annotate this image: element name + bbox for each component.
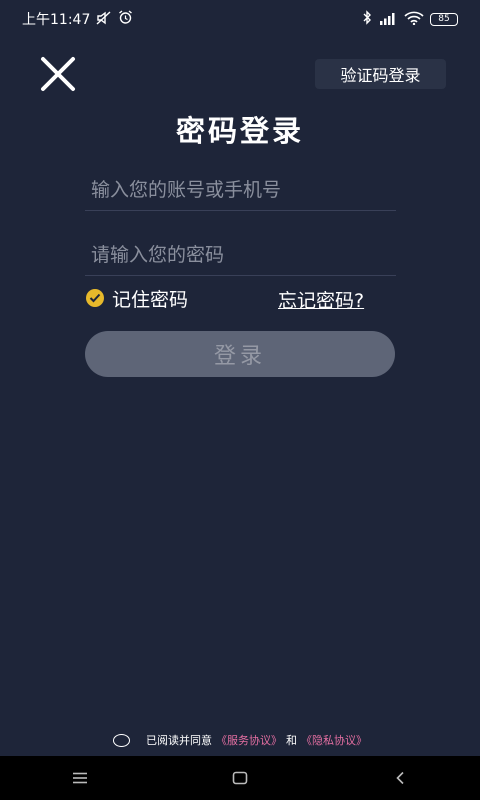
remember-password-label: 记住密码	[112, 288, 189, 311]
menu-icon	[73, 772, 87, 784]
checkmark-icon	[86, 289, 104, 307]
account-input[interactable]	[85, 170, 396, 210]
close-icon	[41, 57, 75, 91]
system-nav-bar	[0, 756, 480, 800]
service-agreement-link[interactable]: 《服务协议》	[216, 732, 282, 748]
back-button[interactable]	[380, 763, 420, 793]
mute-icon	[96, 10, 112, 28]
home-icon	[232, 771, 248, 785]
wifi-icon	[404, 11, 424, 28]
remember-password-checkbox[interactable]: 记住密码	[86, 285, 188, 311]
status-bar: 上午11:47 85	[0, 0, 480, 38]
close-button[interactable]	[38, 56, 78, 92]
back-icon	[396, 771, 404, 785]
agreement-radio[interactable]	[113, 733, 130, 747]
password-input[interactable]	[85, 235, 396, 275]
page-title: 密码登录	[175, 114, 304, 148]
agreement-prefix: 已阅读并同意	[146, 734, 212, 747]
privacy-agreement-link[interactable]: 《隐私协议》	[301, 732, 367, 748]
bluetooth-icon	[362, 10, 372, 28]
sms-login-switch-button[interactable]: 验证码登录	[315, 59, 446, 89]
home-button[interactable]	[220, 763, 260, 793]
login-button[interactable]: 登录	[85, 331, 395, 377]
recent-apps-button[interactable]	[60, 763, 100, 793]
status-time: 上午11:47	[22, 12, 91, 28]
agreement-and: 和	[286, 734, 297, 747]
forgot-password-link[interactable]: 忘记密码?	[278, 286, 364, 313]
status-right: 85	[362, 10, 458, 28]
agreement-row: 已阅读并同意 《服务协议》 和 《隐私协议》	[0, 729, 480, 751]
account-field	[85, 170, 396, 211]
signal-icon	[378, 11, 398, 28]
status-left: 上午11:47	[22, 9, 133, 29]
password-field	[85, 235, 396, 276]
battery-indicator: 85	[430, 12, 458, 26]
alarm-icon	[118, 10, 133, 28]
